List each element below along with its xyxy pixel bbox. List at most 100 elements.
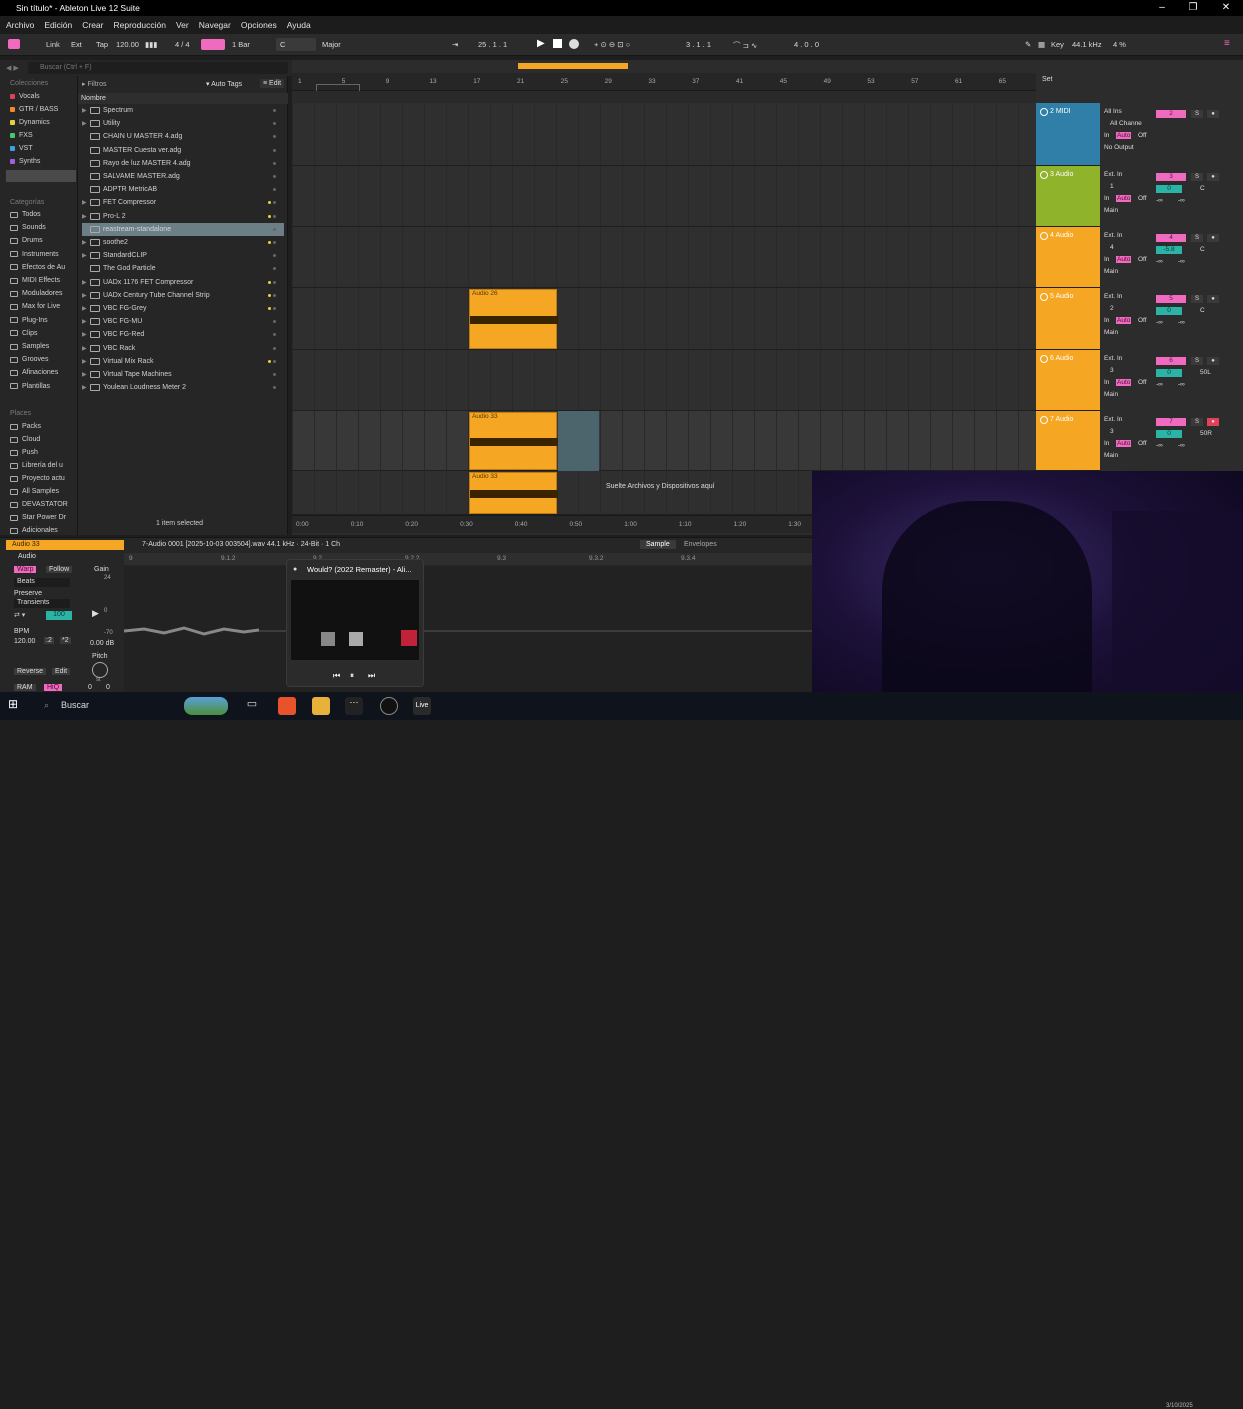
- auto-tags-button[interactable]: ▾ Auto Tags: [206, 80, 242, 88]
- audio-clip[interactable]: Audio 33: [469, 472, 558, 514]
- metronome-icon[interactable]: ▮▮▮: [145, 40, 157, 49]
- metronome-toggle-icon[interactable]: [201, 39, 225, 50]
- browser-item[interactable]: ▶ Spectrum: [82, 104, 284, 117]
- tap-tempo-button[interactable]: Tap: [96, 40, 108, 49]
- track-header[interactable]: 6 Audio: [1036, 350, 1100, 411]
- expand-arrow-icon[interactable]: ▶: [82, 213, 90, 220]
- solo-button[interactable]: S: [1191, 234, 1203, 242]
- browser-item[interactable]: ▶ Virtual Mix Rack: [82, 355, 284, 368]
- expand-arrow-icon[interactable]: ▶: [82, 120, 90, 127]
- clip-name-bar[interactable]: Audio 33: [6, 540, 124, 550]
- category-item[interactable]: Max for Live: [10, 303, 60, 310]
- input-channel-dropdown[interactable]: All Channe: [1110, 120, 1142, 127]
- track-activator-icon[interactable]: [1040, 232, 1048, 240]
- monitor-in-button[interactable]: In: [1104, 440, 1109, 447]
- browser-item[interactable]: ▶ StandardCLIP: [82, 249, 284, 262]
- output-dropdown[interactable]: Main: [1104, 391, 1118, 398]
- place-item[interactable]: Packs: [10, 423, 41, 430]
- monitor-off-button[interactable]: Off: [1138, 440, 1147, 447]
- edit-button[interactable]: ≡ Edit: [260, 79, 285, 88]
- view-toggle-icon[interactable]: [8, 39, 20, 49]
- pan-field[interactable]: 50R: [1200, 430, 1212, 437]
- double-tempo-button[interactable]: *2: [60, 637, 71, 644]
- collection-item[interactable]: Vocals: [10, 93, 40, 100]
- weather-widget-icon[interactable]: [184, 697, 228, 715]
- place-item[interactable]: Librería del u: [10, 462, 63, 469]
- input-type-dropdown[interactable]: Ext. In: [1104, 232, 1122, 239]
- solo-button[interactable]: S: [1191, 295, 1203, 303]
- collection-item[interactable]: FXS: [10, 132, 33, 139]
- sample-display[interactable]: [123, 566, 812, 696]
- place-item[interactable]: DEVASTATOR: [10, 501, 68, 508]
- loop-mode-icon[interactable]: ⇄ ▾: [14, 611, 25, 619]
- send-b-field[interactable]: -∞: [1178, 442, 1185, 449]
- browser-item[interactable]: ADPTR MetricAB: [82, 183, 284, 196]
- audio-clip[interactable]: Audio 33: [469, 412, 558, 470]
- expand-arrow-icon[interactable]: ▶: [82, 107, 90, 114]
- key-map-button[interactable]: Key: [1051, 40, 1064, 49]
- menu-opciones[interactable]: Opciones: [241, 20, 277, 30]
- monitor-in-button[interactable]: In: [1104, 132, 1109, 139]
- taskbar-search[interactable]: Buscar: [61, 700, 89, 710]
- browser-item[interactable]: reastream-standalone: [82, 222, 284, 236]
- stop-icon[interactable]: [553, 39, 562, 48]
- browser-item[interactable]: ▶ Virtual Tape Machines: [82, 368, 284, 381]
- output-dropdown[interactable]: Main: [1104, 207, 1118, 214]
- brave-icon[interactable]: [278, 697, 296, 715]
- output-dropdown[interactable]: No Output: [1104, 144, 1134, 151]
- browser-item[interactable]: CHAIN U MASTER 4.adg: [82, 130, 284, 143]
- arm-record-icon[interactable]: ●: [1207, 110, 1219, 118]
- overview-loop-bar[interactable]: [518, 63, 628, 69]
- solo-button[interactable]: S: [1191, 418, 1203, 426]
- browser-item[interactable]: The God Particle: [82, 262, 284, 275]
- category-item[interactable]: Todos: [10, 211, 41, 218]
- expand-arrow-icon[interactable]: ▶: [82, 292, 90, 299]
- input-type-dropdown[interactable]: Ext. In: [1104, 355, 1122, 362]
- expand-arrow-icon[interactable]: ▶: [82, 318, 90, 325]
- send-a-field[interactable]: -∞: [1156, 381, 1163, 388]
- output-dropdown[interactable]: Main: [1104, 329, 1118, 336]
- arrangement-lane[interactable]: [292, 166, 1036, 227]
- input-channel-dropdown[interactable]: 3: [1110, 428, 1114, 435]
- place-item[interactable]: All Samples: [10, 488, 59, 495]
- filters-button[interactable]: ▸ Filtros: [82, 80, 107, 88]
- tab-sample[interactable]: Sample: [640, 540, 676, 549]
- category-item[interactable]: Plug-Ins: [10, 317, 48, 324]
- monitor-auto-button[interactable]: Auto: [1116, 317, 1132, 324]
- expand-arrow-icon[interactable]: ▶: [82, 279, 90, 286]
- place-item[interactable]: Push: [10, 449, 38, 456]
- volume-field[interactable]: 0: [1156, 430, 1182, 438]
- volume-field[interactable]: 0: [1156, 185, 1182, 193]
- fade-field-b[interactable]: 0: [106, 684, 110, 691]
- pitch-knob-icon[interactable]: [92, 662, 108, 678]
- arm-record-icon[interactable]: ●: [1207, 234, 1219, 242]
- browser-item[interactable]: ▶ UADx 1176 FET Compressor: [82, 276, 284, 289]
- minimize-button[interactable]: –: [1147, 0, 1177, 16]
- tab-envelopes[interactable]: Envelopes: [684, 541, 717, 548]
- expand-arrow-icon[interactable]: ▶: [82, 358, 90, 365]
- arm-record-icon[interactable]: ●: [1207, 357, 1219, 365]
- category-item[interactable]: Drums: [10, 237, 43, 244]
- arrangement-lane[interactable]: [292, 103, 1036, 166]
- browser-item[interactable]: ▶ FET Compressor: [82, 196, 284, 209]
- output-dropdown[interactable]: Main: [1104, 268, 1118, 275]
- browser-item[interactable]: ▶ VBC FG-Red: [82, 328, 284, 341]
- send-a-field[interactable]: -∞: [1156, 319, 1163, 326]
- place-item[interactable]: Adicionales: [10, 527, 58, 534]
- track-activator-icon[interactable]: [1040, 416, 1048, 424]
- menu-crear[interactable]: Crear: [82, 20, 103, 30]
- set-button[interactable]: Set: [1042, 76, 1053, 83]
- warp-button[interactable]: Warp: [14, 566, 37, 573]
- time-selection[interactable]: [558, 411, 599, 471]
- monitor-off-button[interactable]: Off: [1138, 195, 1147, 202]
- monitor-off-button[interactable]: Off: [1138, 379, 1147, 386]
- monitor-in-button[interactable]: In: [1104, 256, 1109, 263]
- tempo-field[interactable]: 120.00: [116, 40, 139, 49]
- search-icon[interactable]: ⌕: [44, 700, 49, 711]
- solo-button[interactable]: S: [1191, 110, 1203, 118]
- track-activator-icon[interactable]: [1040, 171, 1048, 179]
- collection-item[interactable]: Dynamics: [10, 119, 50, 126]
- fade-field-a[interactable]: 0: [88, 684, 92, 691]
- track-header[interactable]: 3 Audio: [1036, 166, 1100, 227]
- ext-sync-button[interactable]: Ext: [71, 40, 82, 49]
